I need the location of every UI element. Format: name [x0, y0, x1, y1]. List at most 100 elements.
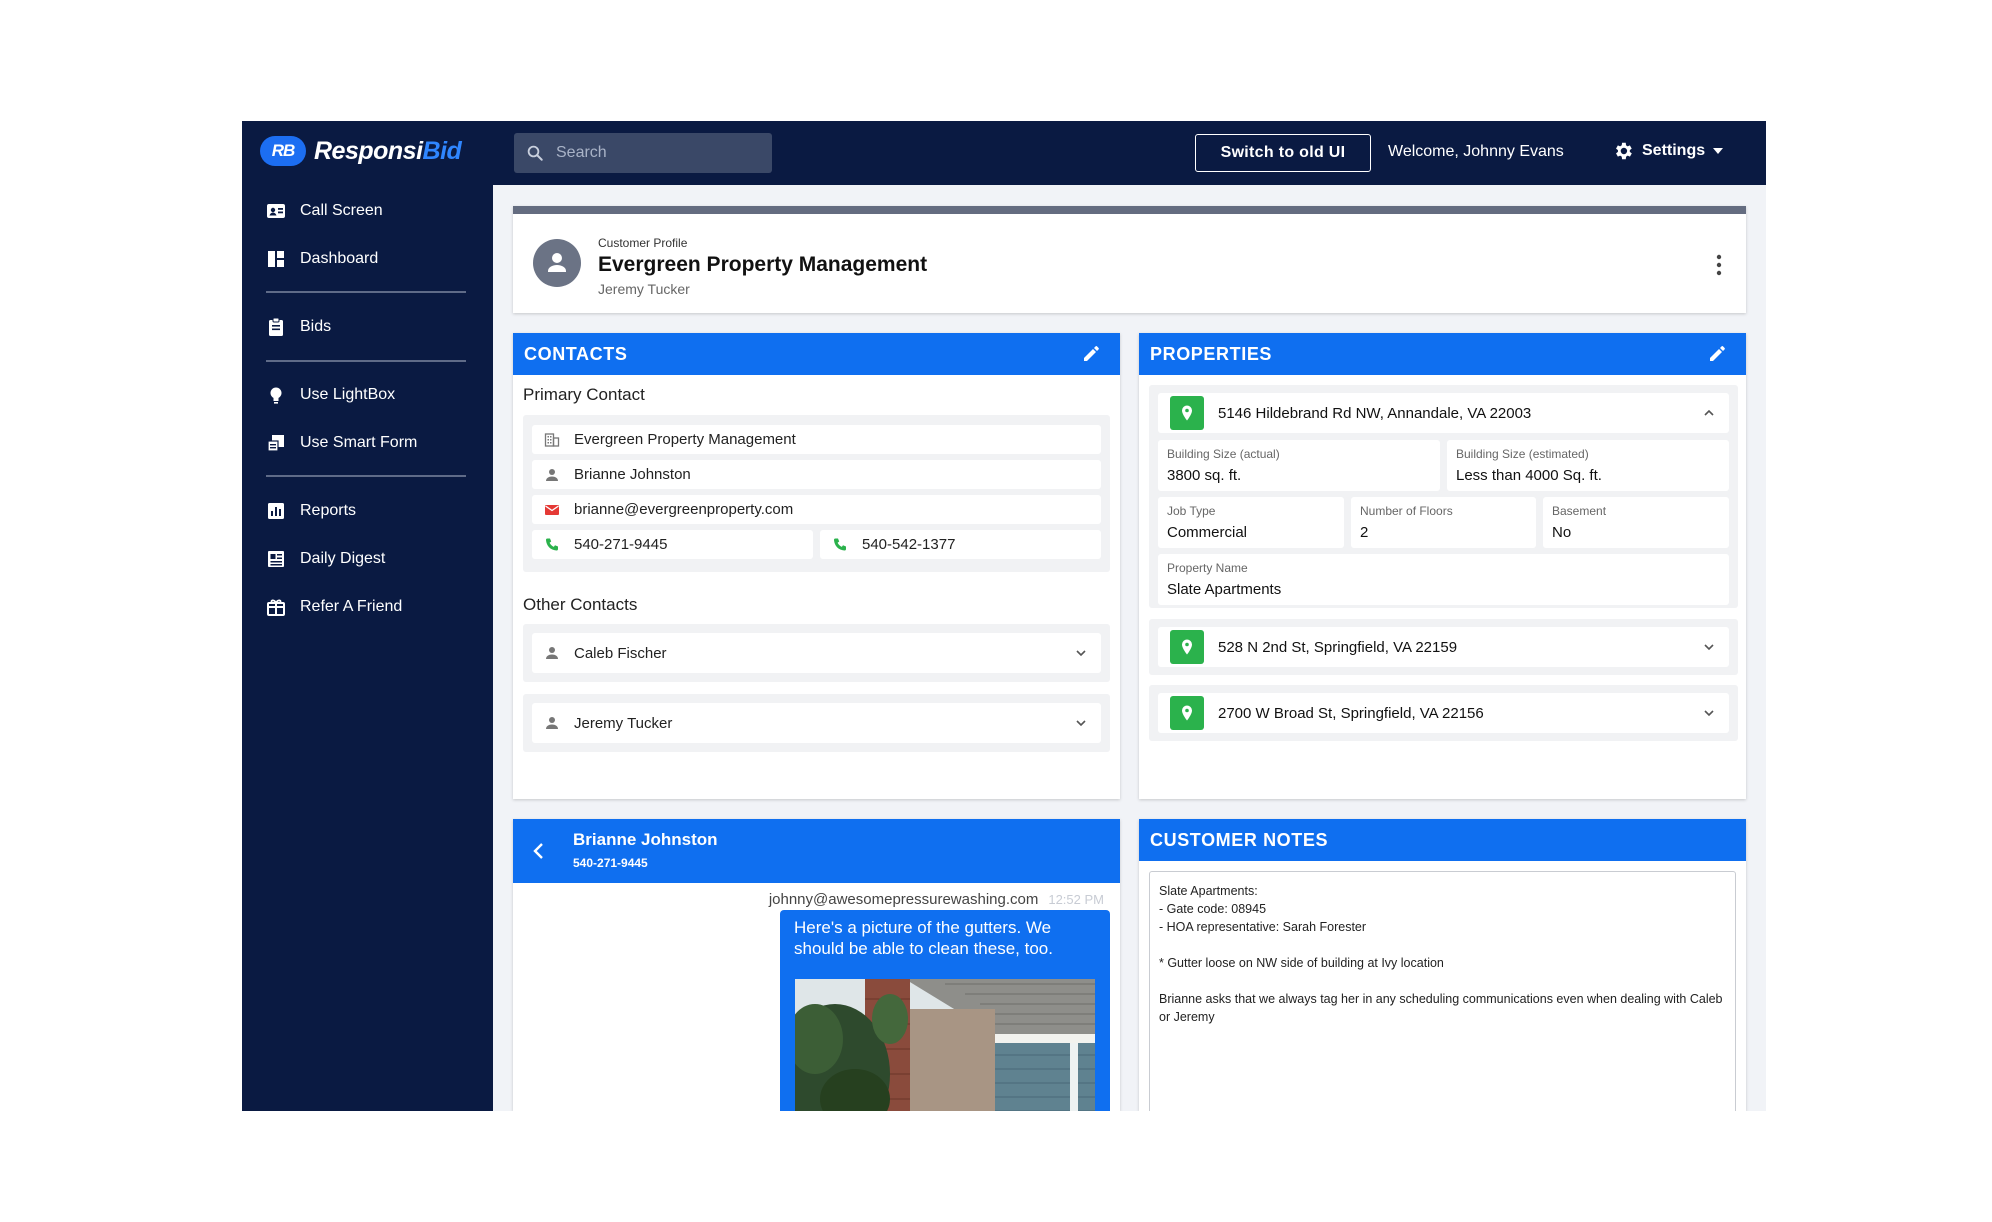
- building-icon: [544, 432, 560, 447]
- contact-company-row: Evergreen Property Management: [532, 425, 1101, 454]
- form-icon: [267, 435, 284, 452]
- property-row[interactable]: 2700 W Broad St, Springfield, VA 22156: [1158, 693, 1729, 733]
- newspaper-icon: [268, 551, 284, 567]
- more-options-icon[interactable]: [1716, 254, 1722, 276]
- property-collapsed: 2700 W Broad St, Springfield, VA 22156: [1149, 685, 1738, 741]
- contact-email: brianne@evergreenproperty.com: [574, 501, 794, 518]
- gift-icon: [267, 599, 285, 616]
- phone-icon: [833, 538, 846, 551]
- customer-notes-textarea[interactable]: Slate Apartments: - Gate code: 08945 - H…: [1149, 871, 1736, 1111]
- sidebar-item-use-lightbox[interactable]: Use LightBox: [266, 380, 395, 410]
- lightbulb-icon: [270, 387, 282, 404]
- properties-panel: PROPERTIES 5146 Hildebrand Rd NW, Annand…: [1139, 333, 1746, 799]
- contact-email-row[interactable]: brianne@evergreenproperty.com: [532, 495, 1101, 524]
- chevron-down-icon[interactable]: [1703, 641, 1715, 653]
- sidebar-item-reports[interactable]: Reports: [266, 496, 356, 526]
- sidebar-item-bids[interactable]: Bids: [266, 312, 331, 342]
- phone-icon: [545, 538, 558, 551]
- basement-field: Basement No: [1543, 497, 1729, 548]
- pencil-icon[interactable]: [1082, 345, 1100, 363]
- sidebar-item-label: Bids: [300, 318, 332, 335]
- sidebar-item-label: Dashboard: [300, 250, 379, 267]
- other-contacts-title: Other Contacts: [523, 595, 638, 614]
- property-row[interactable]: 528 N 2nd St, Springfield, VA 22159: [1158, 627, 1729, 667]
- contact-phone-secondary: 540-542-1377: [862, 536, 956, 553]
- search-icon: [527, 145, 543, 161]
- customer-profile-card: Customer Profile Evergreen Property Mana…: [513, 206, 1746, 313]
- sidebar-divider: [266, 360, 466, 362]
- other-contact-name: Jeremy Tucker: [574, 714, 673, 732]
- pencil-icon[interactable]: [1708, 345, 1726, 363]
- building-size-estimated-field: Building Size (estimated) Less than 4000…: [1447, 440, 1729, 491]
- welcome-text: Welcome, Johnny Evans: [1388, 143, 1564, 160]
- sidebar: Call Screen Dashboard Bids Use LightBox …: [242, 185, 493, 1111]
- property-name-field: Property Name Slate Apartments: [1158, 554, 1729, 605]
- primary-contact-title: Primary Contact: [523, 385, 645, 404]
- sidebar-item-label: Refer A Friend: [300, 598, 403, 615]
- sidebar-divider: [266, 475, 466, 477]
- customer-notes-header: CUSTOMER NOTES: [1139, 819, 1746, 861]
- sidebar-item-label: Daily Digest: [300, 550, 386, 567]
- message-meta: johnny@awesomepressurewashing.com 12:52 P…: [769, 891, 1104, 908]
- conversation-contact-phone: 540-271-9445: [573, 856, 648, 870]
- sidebar-item-call-screen[interactable]: Call Screen: [266, 196, 383, 226]
- profile-label: Customer Profile: [598, 236, 688, 250]
- contact-phone-secondary-row[interactable]: 540-542-1377: [820, 530, 1101, 559]
- person-icon: [546, 468, 558, 481]
- conversation-contact-name: Brianne Johnston: [573, 830, 718, 849]
- other-contact-row[interactable]: Caleb Fischer: [532, 633, 1101, 673]
- bar-chart-icon: [268, 503, 284, 519]
- sidebar-item-label: Reports: [300, 502, 357, 519]
- gutter-photo[interactable]: [795, 979, 1095, 1111]
- contact-phone-row[interactable]: 540-271-9445: [532, 530, 813, 559]
- email-icon: [545, 504, 559, 515]
- chevron-down-icon[interactable]: [1703, 707, 1715, 719]
- sidebar-item-refer-a-friend[interactable]: Refer A Friend: [266, 592, 402, 622]
- other-contact-name: Caleb Fischer: [574, 644, 667, 662]
- property-row[interactable]: 5146 Hildebrand Rd NW, Annandale, VA 220…: [1158, 393, 1729, 433]
- gear-icon: [1616, 142, 1632, 160]
- contact-phone-primary: 540-271-9445: [574, 536, 668, 553]
- clipboard-icon: [269, 317, 283, 336]
- customer-notes-title: CUSTOMER NOTES: [1150, 830, 1329, 850]
- contact-name-row: Brianne Johnston: [532, 460, 1101, 489]
- customer-notes-panel: CUSTOMER NOTES Slate Apartments: - Gate …: [1139, 819, 1746, 1111]
- sidebar-item-dashboard[interactable]: Dashboard: [266, 244, 378, 274]
- search-box[interactable]: [514, 133, 772, 173]
- chevron-up-icon[interactable]: [1703, 407, 1715, 419]
- contacts-panel: CONTACTS Primary Contact Evergreen Prope…: [513, 333, 1120, 799]
- chevron-left-icon[interactable]: [531, 842, 547, 860]
- property-expanded: 5146 Hildebrand Rd NW, Annandale, VA 220…: [1149, 385, 1738, 608]
- other-contact-row[interactable]: Jeremy Tucker: [532, 703, 1101, 743]
- sidebar-item-label: Call Screen: [300, 202, 383, 219]
- search-input[interactable]: [556, 144, 756, 162]
- sidebar-item-use-smart-form[interactable]: Use Smart Form: [266, 428, 417, 458]
- building-size-actual-field: Building Size (actual) 3800 sq. ft.: [1158, 440, 1440, 491]
- sidebar-item-label: Use LightBox: [300, 386, 396, 403]
- number-of-floors-field: Number of Floors 2: [1351, 497, 1536, 548]
- contacts-title: CONTACTS: [524, 344, 628, 364]
- sidebar-item-daily-digest[interactable]: Daily Digest: [266, 544, 385, 574]
- settings-menu[interactable]: Settings: [1612, 140, 1724, 162]
- message-time: 12:52 PM: [1048, 892, 1104, 907]
- settings-label: Settings: [1642, 142, 1706, 159]
- person-icon: [548, 253, 566, 272]
- contact-card-icon: [267, 204, 285, 218]
- logo-badge: RB: [260, 136, 306, 166]
- chevron-down-icon[interactable]: [1075, 717, 1087, 729]
- chevron-down-icon[interactable]: [1075, 647, 1087, 659]
- sidebar-divider: [266, 291, 466, 293]
- gutter-photo-image: [795, 979, 1095, 1111]
- app-window: RB ResponsiBid Switch to old UI Welcome,…: [242, 121, 1766, 1111]
- brand-logo[interactable]: RB ResponsiBid: [260, 136, 462, 166]
- conversation-panel: Brianne Johnston 540-271-9445 johnny@awe…: [513, 819, 1120, 1111]
- switch-to-old-ui-button[interactable]: Switch to old UI: [1195, 134, 1371, 172]
- other-contact-box: Jeremy Tucker: [523, 694, 1110, 752]
- profile-contact-name: Jeremy Tucker: [598, 281, 690, 297]
- location-pin-icon: [1170, 696, 1204, 730]
- avatar: [533, 239, 581, 287]
- property-collapsed: 528 N 2nd St, Springfield, VA 22159: [1149, 619, 1738, 675]
- job-type-field: Job Type Commercial: [1158, 497, 1344, 548]
- chevron-down-icon: [1713, 148, 1724, 154]
- dashboard-icon: [268, 251, 284, 267]
